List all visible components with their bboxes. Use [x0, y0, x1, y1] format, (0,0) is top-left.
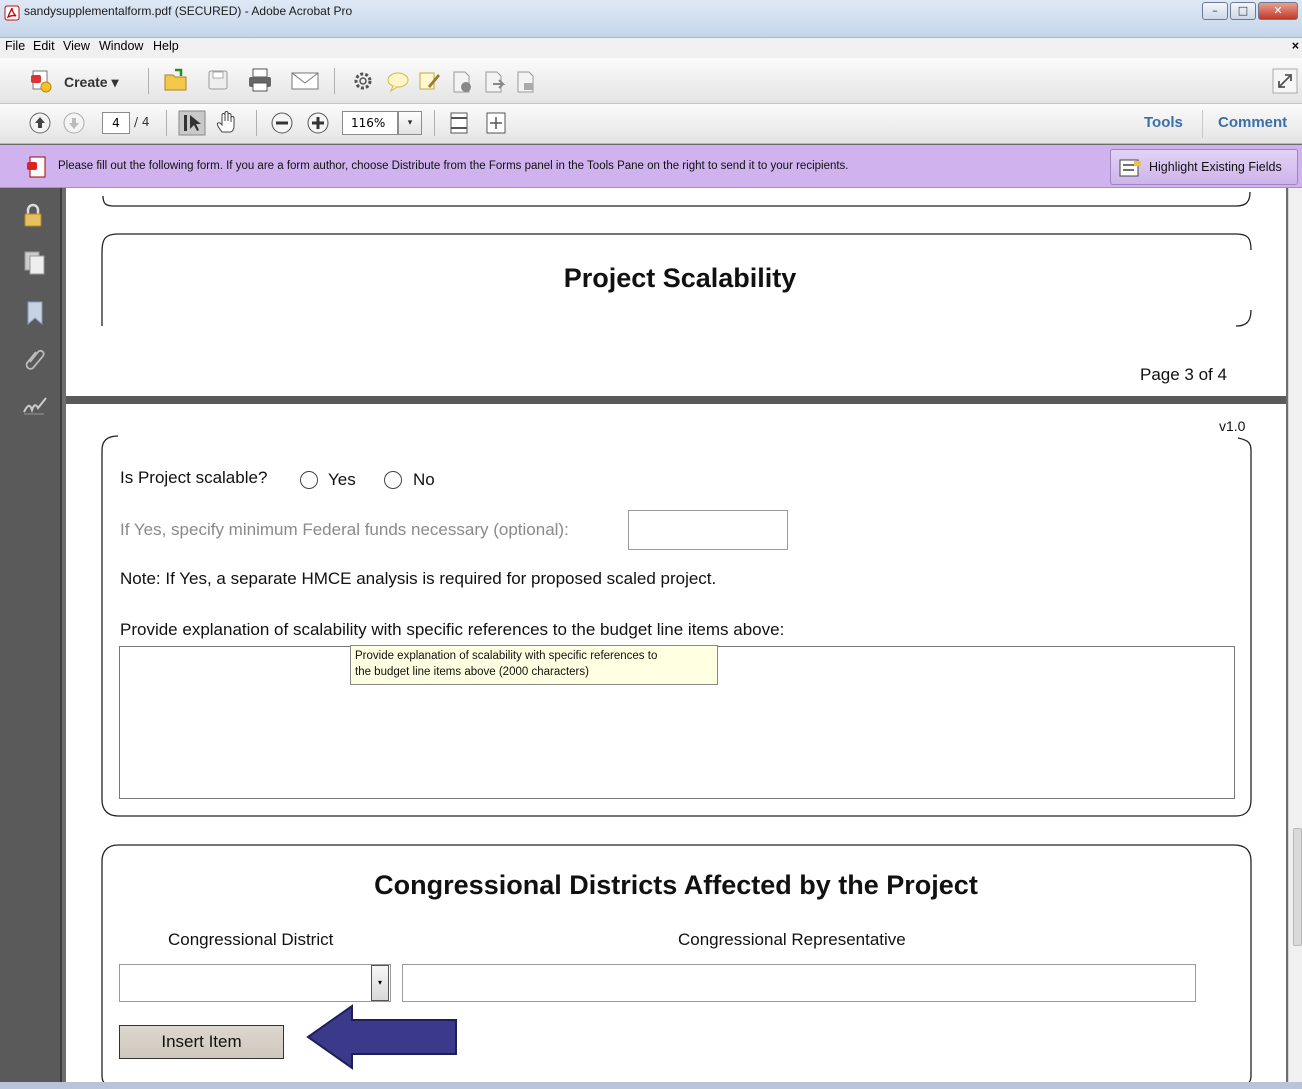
page-indicator: Page 3 of 4 — [1140, 365, 1227, 384]
comment-icon[interactable] — [386, 70, 410, 92]
document-view: Project Scalability Page 3 of 4 v1.0 Is … — [66, 188, 1286, 1089]
district-column-header: Congressional District — [168, 930, 334, 949]
scrollbar-thumb[interactable] — [1293, 828, 1302, 946]
scalable-yes-radio[interactable] — [300, 471, 318, 489]
highlight-fields-label: Highlight Existing Fields — [1149, 160, 1282, 174]
menu-view[interactable]: View — [63, 39, 90, 53]
section-title-districts: Congressional Districts Affected by the … — [374, 870, 978, 900]
form-message: Please fill out the following form. If y… — [58, 160, 849, 172]
main-toolbar — [0, 58, 1302, 104]
save-icon[interactable] — [206, 68, 230, 92]
security-icon[interactable] — [514, 70, 538, 94]
page-total: / 4 — [134, 115, 150, 129]
section-title-scalability: Project Scalability — [563, 263, 797, 293]
minimize-button[interactable]: – — [1202, 2, 1228, 20]
zoom-input[interactable]: 116% — [342, 111, 398, 135]
menu-file[interactable]: File — [5, 39, 25, 53]
close-button[interactable]: ✕ — [1258, 2, 1298, 20]
page-number-input[interactable]: 4 — [102, 112, 130, 134]
print-icon[interactable] — [246, 67, 274, 93]
redact-icon[interactable] — [450, 70, 474, 94]
scalable-no-radio[interactable] — [384, 471, 402, 489]
hand-tool-icon[interactable] — [214, 110, 240, 136]
export-icon[interactable] — [482, 70, 506, 94]
document-close-icon[interactable]: × — [1292, 39, 1299, 53]
tooltip-line-2: the budget line items above (2000 charac… — [355, 666, 589, 678]
explanation-tooltip: Provide explanation of scalability with … — [350, 645, 718, 685]
highlight-fields-button[interactable]: Highlight Existing Fields — [1110, 149, 1298, 185]
no-label: No — [413, 470, 435, 489]
highlight-fields-icon — [1119, 159, 1141, 177]
arrow-icon — [306, 1004, 457, 1070]
window-bottom-border — [0, 1082, 1302, 1089]
zoom-in-icon[interactable] — [306, 111, 330, 135]
menu-window[interactable]: Window — [99, 39, 143, 53]
tooltip-line-1: Provide explanation of scalability with … — [355, 650, 658, 662]
create-icon[interactable] — [28, 68, 54, 94]
representative-column-header: Congressional Representative — [678, 930, 906, 949]
tools-tab[interactable]: Tools — [1144, 114, 1183, 131]
open-icon[interactable] — [162, 66, 190, 94]
prev-page-icon[interactable] — [28, 111, 52, 135]
zoom-out-icon[interactable] — [270, 111, 294, 135]
min-funds-label: If Yes, specify minimum Federal funds ne… — [120, 520, 569, 539]
window-title: sandysupplementalform.pdf (SECURED) - Ad… — [24, 4, 353, 18]
vertical-scrollbar[interactable] — [1288, 188, 1302, 1089]
yes-label: Yes — [328, 470, 356, 489]
select-tool-icon[interactable] — [178, 110, 206, 136]
menu-edit[interactable]: Edit — [33, 39, 55, 53]
zoom-dropdown[interactable]: ▾ — [398, 111, 422, 135]
menu-help[interactable]: Help — [153, 39, 179, 53]
fit-page-icon[interactable] — [448, 110, 470, 136]
create-button[interactable]: Create ▾ — [64, 74, 119, 91]
next-page-icon[interactable] — [62, 111, 86, 135]
maximize-button[interactable]: □ — [1230, 2, 1256, 20]
expand-icon[interactable] — [1272, 68, 1298, 94]
form-icon — [27, 156, 46, 178]
district-dropdown-button[interactable]: ▾ — [371, 965, 389, 1001]
settings-icon[interactable] — [352, 70, 374, 92]
lock-icon[interactable] — [23, 203, 43, 227]
comment-tab[interactable]: Comment — [1218, 114, 1287, 131]
sign-icon[interactable] — [418, 70, 442, 92]
title-bar: sandysupplementalform.pdf (SECURED) - Ad… — [0, 0, 1302, 38]
scalable-question: Is Project scalable? — [120, 468, 268, 487]
hmce-note: Note: If Yes, a separate HMCE analysis i… — [120, 569, 717, 588]
bookmark-icon[interactable] — [25, 300, 45, 326]
version-label: v1.0 — [1219, 418, 1246, 434]
full-screen-icon[interactable] — [484, 110, 508, 136]
district-dropdown[interactable] — [119, 964, 391, 1002]
pages-icon[interactable] — [23, 250, 47, 276]
acrobat-icon — [4, 5, 20, 21]
insert-item-button[interactable]: Insert Item — [119, 1025, 284, 1059]
min-funds-field[interactable] — [628, 510, 788, 550]
explanation-label: Provide explanation of scalability with … — [120, 620, 785, 639]
attachment-icon[interactable] — [24, 346, 46, 372]
form-notification-bar: Please fill out the following form. If y… — [0, 145, 1302, 188]
signature-icon[interactable] — [22, 396, 48, 416]
navigation-pane — [0, 188, 62, 1089]
representative-field[interactable] — [402, 964, 1196, 1002]
menu-bar: File Edit View Window Help × — [0, 38, 1302, 58]
email-icon[interactable] — [290, 70, 320, 92]
